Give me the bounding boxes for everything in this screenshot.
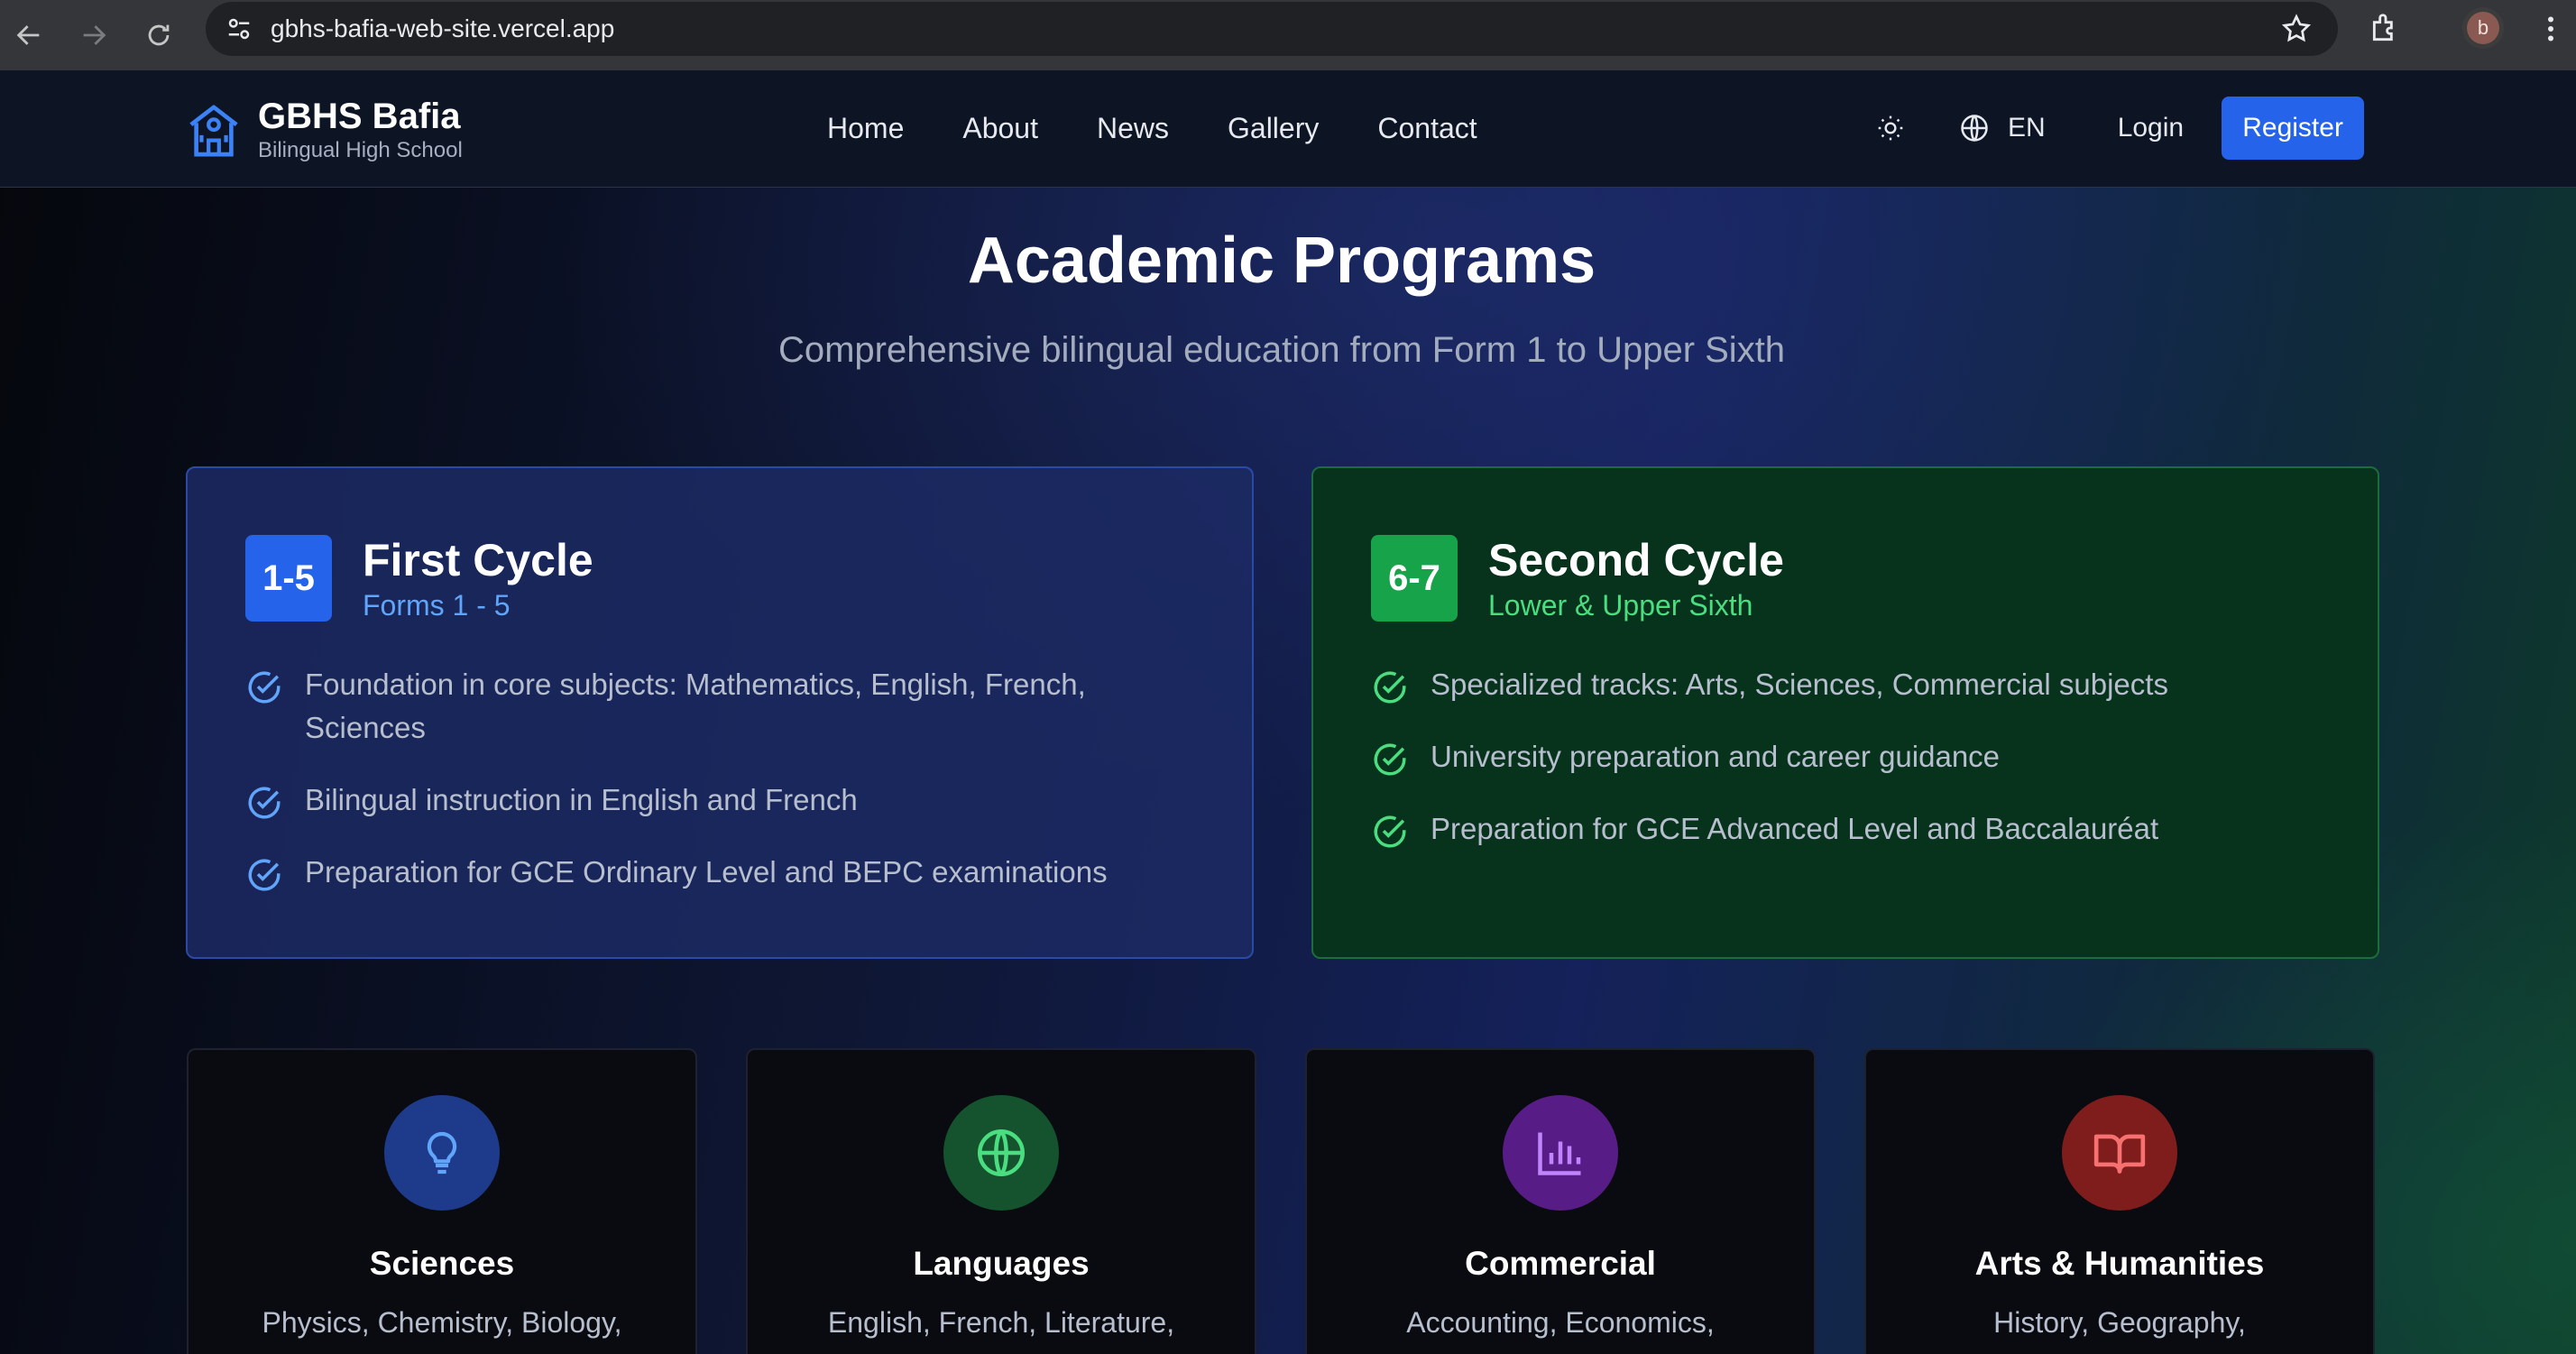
list-item: Specialized tracks: Arts, Sciences, Comm… xyxy=(1371,663,2320,706)
page-subtitle: Comprehensive bilingual education from F… xyxy=(777,330,1786,370)
main-nav: Home About News Gallery Contact xyxy=(827,106,1536,150)
bookmark-star-icon[interactable] xyxy=(2280,13,2313,45)
cycle-badge: 1-5 xyxy=(245,535,332,622)
subject-name: Sciences xyxy=(369,1245,515,1282)
reload-icon xyxy=(148,24,170,46)
check-circle-icon xyxy=(1374,671,1406,704)
subject-card-sciences[interactable]: Sciences Physics, Chemistry, Biology, xyxy=(187,1048,697,1354)
reload-button[interactable] xyxy=(133,10,184,60)
brand-name: GBHS Bafia xyxy=(258,97,461,136)
url-text[interactable]: gbhs-bafia-web-site.vercel.app xyxy=(271,14,614,43)
sun-icon xyxy=(1878,115,1903,141)
feature-text: Bilingual instruction in English and Fre… xyxy=(305,783,858,816)
feature-text: Specialized tracks: Arts, Sciences, Comm… xyxy=(1431,668,2168,701)
forward-button[interactable] xyxy=(69,10,119,60)
feature-text: Preparation for GCE Ordinary Level and B… xyxy=(305,855,1108,889)
check-circle-icon xyxy=(248,787,281,819)
subject-name: Arts & Humanities xyxy=(1974,1245,2265,1282)
header-actions: EN Login Register xyxy=(1867,96,2365,161)
language-label: EN xyxy=(2008,113,2046,143)
subject-name: Commercial xyxy=(1465,1245,1656,1282)
subject-card-languages[interactable]: Languages English, French, Literature, xyxy=(746,1048,1256,1354)
subject-card-arts[interactable]: Arts & Humanities History, Geography, xyxy=(1864,1048,2375,1354)
theme-toggle-button[interactable] xyxy=(1867,105,1914,152)
nav-gallery[interactable]: Gallery xyxy=(1228,106,1319,150)
profile-avatar[interactable]: b xyxy=(2462,7,2504,49)
arrow-right-icon xyxy=(83,25,106,45)
list-item: Bilingual instruction in English and Fre… xyxy=(245,778,1194,822)
feature-text: University preparation and career guidan… xyxy=(1431,740,2001,773)
cycle-forms: Lower & Upper Sixth xyxy=(1488,589,1753,622)
subject-desc: Physics, Chemistry, Biology, xyxy=(262,1306,622,1339)
site-settings-icon[interactable] xyxy=(224,14,254,44)
feature-text: Foundation in core subjects: Mathematics… xyxy=(305,668,1086,744)
cycle-feature-list: Specialized tracks: Arts, Sciences, Comm… xyxy=(1371,663,2320,851)
extensions-icon[interactable] xyxy=(2369,11,2403,45)
cycle-badge: 6-7 xyxy=(1371,535,1458,622)
lightbulb-icon xyxy=(384,1095,500,1211)
login-link[interactable]: Login xyxy=(2118,113,2184,143)
bar-chart-icon xyxy=(1503,1095,1618,1211)
second-cycle-card: 6-7 Second Cycle Lower & Upper Sixth Spe… xyxy=(1311,466,2379,959)
cycle-title: First Cycle xyxy=(363,535,593,585)
brand[interactable]: GBHS Bafia Bilingual High School xyxy=(186,96,463,164)
globe-icon xyxy=(1961,115,1988,142)
school-building-icon xyxy=(189,105,238,157)
page-title: Academic Programs xyxy=(967,225,1596,297)
arrow-left-icon xyxy=(16,25,40,45)
first-cycle-card: 1-5 First Cycle Forms 1 - 5 Foundation i… xyxy=(186,466,1254,959)
book-open-icon xyxy=(2062,1095,2177,1211)
cycle-forms: Forms 1 - 5 xyxy=(363,589,511,622)
subject-name: Languages xyxy=(913,1245,1090,1282)
nav-contact[interactable]: Contact xyxy=(1377,106,1477,150)
nav-about[interactable]: About xyxy=(962,106,1038,150)
address-bar[interactable]: gbhs-bafia-web-site.vercel.app xyxy=(206,2,2338,56)
check-circle-icon xyxy=(248,671,281,704)
subject-desc: Accounting, Economics, xyxy=(1406,1306,1715,1339)
language-switcher[interactable]: EN xyxy=(1959,113,2046,143)
site-header: GBHS Bafia Bilingual High School Home Ab… xyxy=(0,70,2576,188)
profile-initial: b xyxy=(2467,12,2499,44)
subject-card-commercial[interactable]: Commercial Accounting, Economics, xyxy=(1305,1048,1816,1354)
browser-toolbar: gbhs-bafia-web-site.vercel.app b xyxy=(0,0,2576,70)
kebab-menu-icon[interactable] xyxy=(2535,11,2567,47)
check-circle-icon xyxy=(1374,815,1406,848)
feature-text: Preparation for GCE Advanced Level and B… xyxy=(1431,812,2159,845)
nav-news[interactable]: News xyxy=(1097,106,1169,150)
page: GBHS Bafia Bilingual High School Home Ab… xyxy=(0,70,2576,1354)
back-button[interactable] xyxy=(4,10,54,60)
register-button[interactable]: Register xyxy=(2222,97,2365,160)
list-item: Preparation for GCE Advanced Level and B… xyxy=(1371,807,2320,851)
cycle-feature-list: Foundation in core subjects: Mathematics… xyxy=(245,663,1194,894)
check-circle-icon xyxy=(248,859,281,891)
subject-desc: English, French, Literature, xyxy=(827,1306,1175,1339)
check-circle-icon xyxy=(1374,743,1406,776)
list-item: Preparation for GCE Ordinary Level and B… xyxy=(245,851,1194,894)
list-item: Foundation in core subjects: Mathematics… xyxy=(245,663,1194,750)
globe-icon xyxy=(943,1095,1059,1211)
nav-home[interactable]: Home xyxy=(827,106,904,150)
brand-subtitle: Bilingual High School xyxy=(258,138,463,162)
subject-desc: History, Geography, xyxy=(1993,1306,2246,1339)
list-item: University preparation and career guidan… xyxy=(1371,735,2320,778)
cycle-title: Second Cycle xyxy=(1488,535,1784,585)
